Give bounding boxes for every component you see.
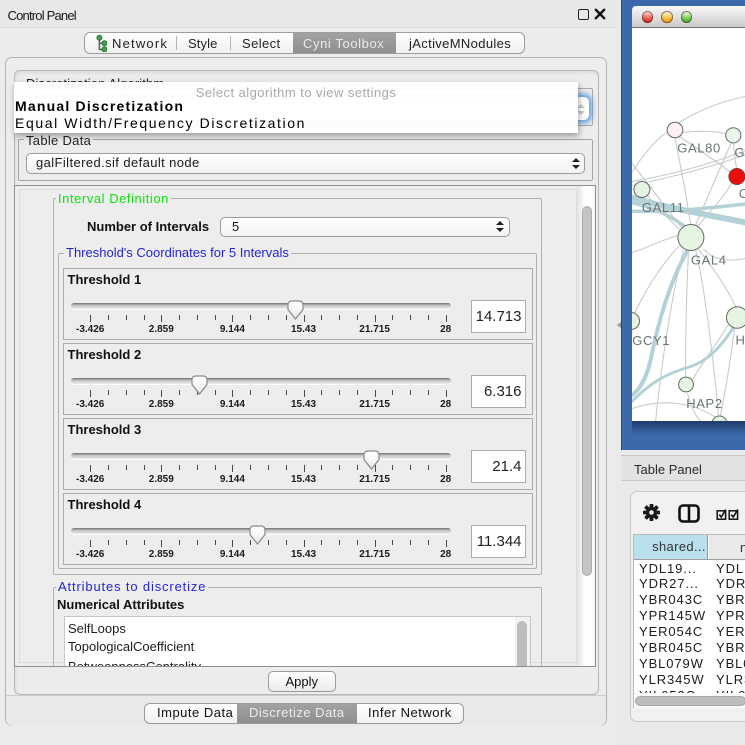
svg-text:GAL11: GAL11 xyxy=(641,200,684,215)
svg-text:GAL: GAL xyxy=(734,145,745,160)
svg-text:GAL4: GAL4 xyxy=(690,252,726,267)
svg-text:HA: HA xyxy=(735,332,745,347)
svg-text:GAL80: GAL80 xyxy=(677,140,720,155)
svg-text:HAP2: HAP2 xyxy=(686,396,722,411)
svg-text:CY: CY xyxy=(738,186,745,201)
svg-text:GCY1: GCY1 xyxy=(632,333,670,348)
